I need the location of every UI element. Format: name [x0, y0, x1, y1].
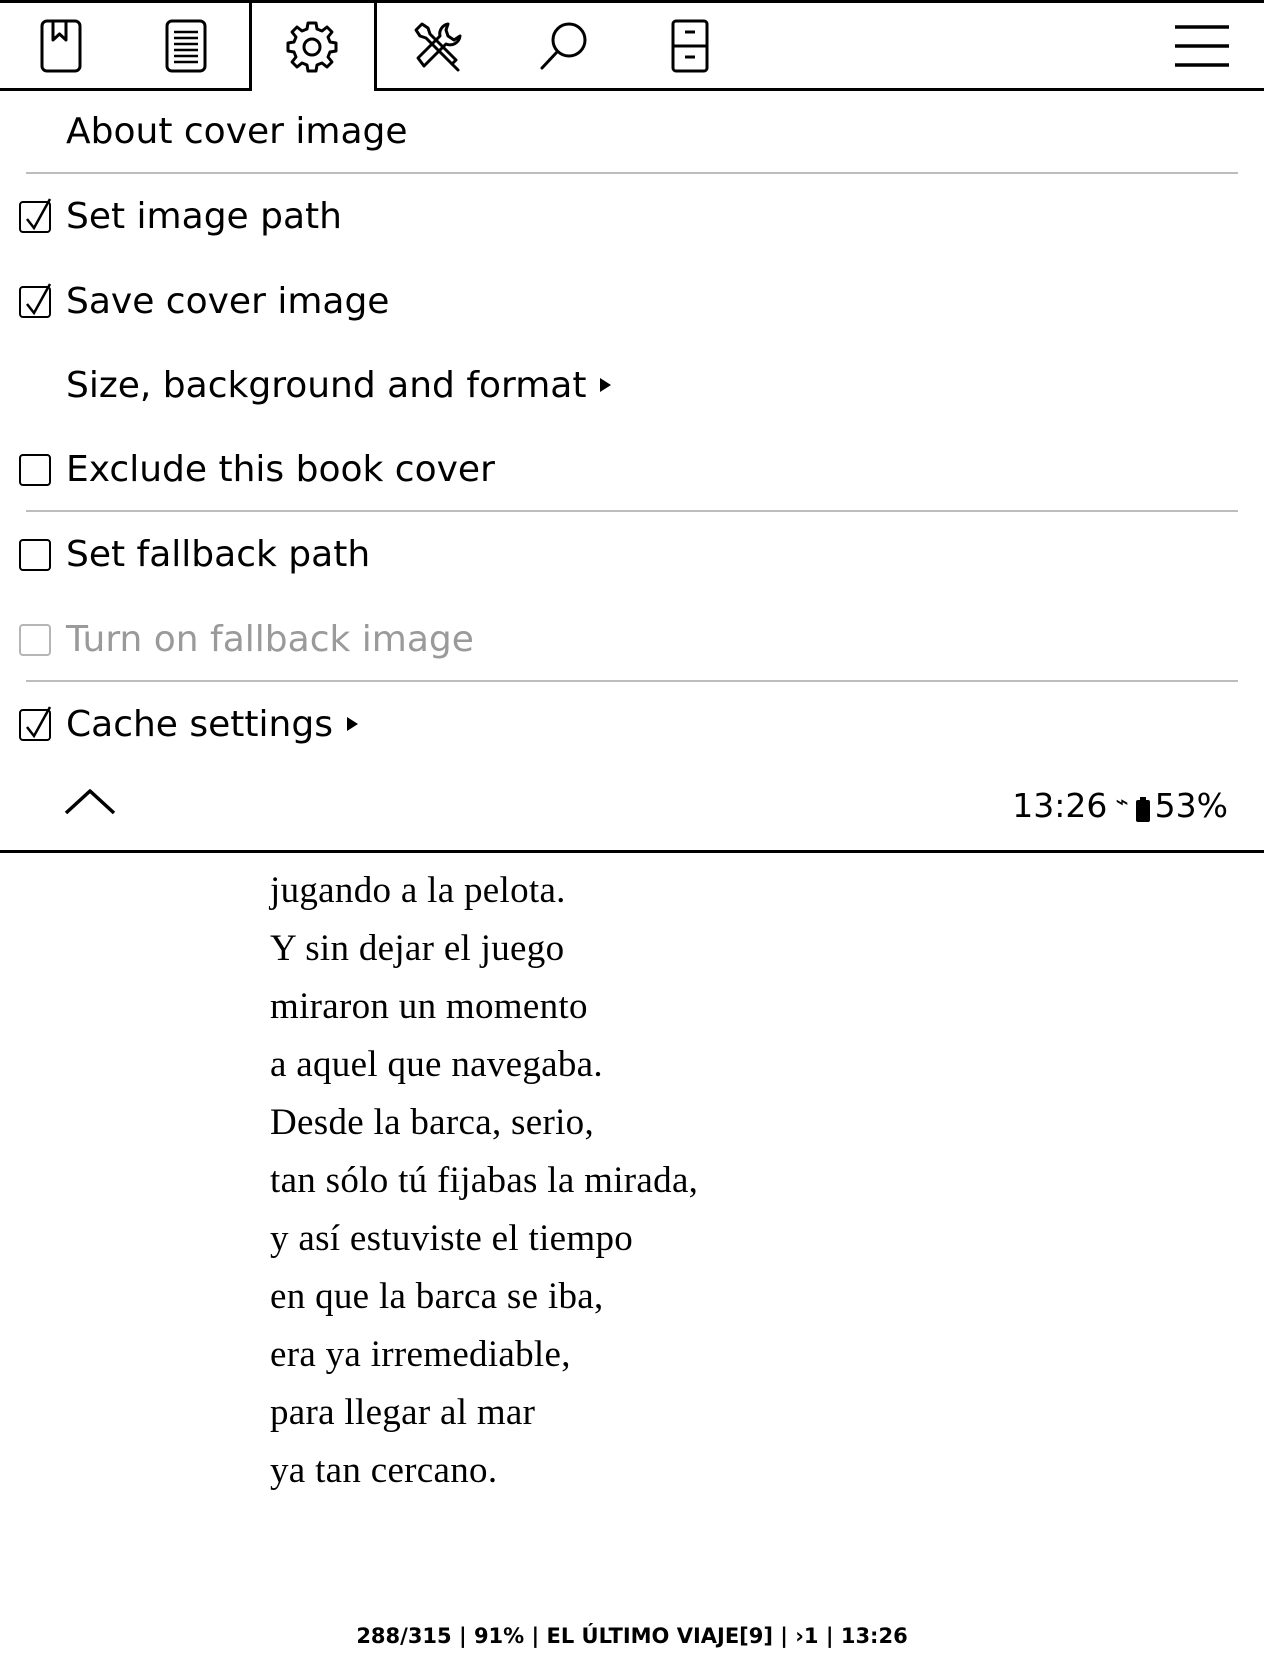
menu-item-label: Save cover image — [66, 281, 390, 322]
text-line: ya tan cercano. — [270, 1450, 498, 1491]
checkbox-unchecked[interactable] — [19, 539, 51, 571]
poem-text: jugando a la pelota. Y sin dejar el jueg… — [270, 862, 698, 1500]
bookmark-icon[interactable] — [31, 16, 91, 76]
document-icon[interactable] — [156, 16, 216, 76]
toolbar-top-border — [0, 0, 1264, 3]
exclude-book-cover-item[interactable]: Exclude this book cover — [0, 430, 1264, 510]
menu-separator — [26, 172, 1238, 174]
file-cabinet-icon[interactable] — [660, 16, 720, 76]
menu-item-label: About cover image — [66, 111, 408, 152]
text-line: tan sólo tú fijabas la mirada, — [270, 1160, 699, 1201]
gear-icon[interactable] — [282, 16, 342, 76]
text-line: miraron un momento — [270, 986, 588, 1027]
checkbox-unchecked[interactable] — [19, 454, 51, 486]
top-toolbar — [0, 0, 1264, 92]
menu-item-label: Turn on fallback image — [66, 619, 474, 660]
checkbox-checked[interactable] — [19, 283, 52, 318]
turn-on-fallback-image-item: Turn on fallback image — [0, 600, 1264, 680]
menu-item-label: Size, background and format — [66, 365, 587, 406]
text-line: era ya irremediable, — [270, 1334, 571, 1375]
active-tab-border — [374, 0, 377, 91]
text-line: a aquel que navegaba. — [270, 1044, 603, 1085]
text-line: para llegar al mar — [270, 1392, 536, 1433]
text-line: Y sin dejar el juego — [270, 928, 565, 969]
cover-image-menu: About cover image Set image path Save co… — [0, 91, 1264, 853]
about-cover-image-item[interactable]: About cover image — [0, 92, 1264, 172]
wifi-off-icon: ⌁ — [1115, 789, 1129, 815]
save-cover-image-item[interactable]: Save cover image — [0, 262, 1264, 342]
battery-percentage: 53% — [1154, 785, 1228, 825]
text-line: jugando a la pelota. — [270, 870, 566, 911]
search-icon[interactable] — [534, 16, 594, 76]
menu-item-label: Cache settings — [66, 704, 333, 745]
menu-separator — [26, 510, 1238, 512]
set-fallback-path-item[interactable]: Set fallback path — [0, 515, 1264, 595]
menu-item-label: Set image path — [66, 196, 342, 237]
menu-separator — [26, 680, 1238, 682]
active-tab-border — [249, 0, 252, 91]
submenu-arrow-icon — [346, 717, 358, 731]
text-line: Desde la barca, serio, — [270, 1102, 595, 1143]
text-line: en que la barca se iba, — [270, 1276, 604, 1317]
chevron-up-icon[interactable] — [62, 781, 118, 825]
checkbox-checked[interactable] — [19, 198, 52, 233]
checkbox-disabled — [19, 624, 51, 656]
cache-settings-item[interactable]: Cache settings — [0, 685, 1264, 765]
battery-icon — [1135, 792, 1151, 822]
set-image-path-item[interactable]: Set image path — [0, 177, 1264, 257]
menu-item-label: Exclude this book cover — [66, 449, 495, 490]
clock-time: 13:26 — [1012, 785, 1108, 825]
tools-icon[interactable] — [408, 16, 468, 76]
hamburger-menu-icon[interactable] — [1172, 16, 1232, 76]
submenu-arrow-icon — [600, 378, 612, 392]
menu-item-label-wrap: Size, background and format — [66, 365, 612, 406]
checkbox-checked[interactable] — [19, 706, 52, 741]
reader-page[interactable]: jugando a la pelota. Y sin dejar el jueg… — [0, 852, 1264, 1680]
reader-footer-status: 288/315 | 91% | EL ÚLTIMO VIAJE[9] | ›1 … — [356, 1624, 908, 1648]
status-indicator: 13:26 ⌁ 53% — [1012, 783, 1228, 827]
text-line: y así estuviste el tiempo — [270, 1218, 634, 1259]
menu-item-label: Set fallback path — [66, 534, 371, 575]
menu-item-label-wrap: Cache settings — [66, 705, 358, 745]
size-background-format-item[interactable]: Size, background and format — [0, 346, 1264, 426]
